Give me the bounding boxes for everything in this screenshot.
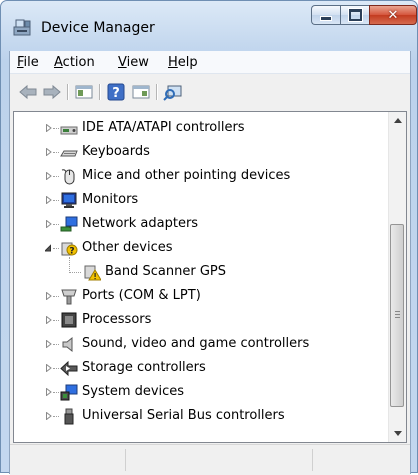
warning-device-icon <box>84 265 101 281</box>
client-area: File Action View Help ? IDE ATA/ATAPI co… <box>9 51 411 475</box>
scroll-thumb[interactable] <box>390 224 404 407</box>
menu-file[interactable]: File <box>17 55 39 70</box>
expand-arrow-icon[interactable] <box>46 412 52 420</box>
toolbar-separator <box>99 84 101 100</box>
toolbar: ? <box>10 74 410 109</box>
tree-item-system-devices[interactable]: System devices <box>14 381 389 405</box>
tree-item-processors[interactable]: Processors <box>14 309 389 333</box>
keyboard-icon <box>60 150 78 157</box>
minimize-button[interactable] <box>311 5 340 25</box>
tree-item-label: Other devices <box>82 240 173 255</box>
mouse-icon <box>61 169 75 185</box>
tree-item-ports[interactable]: Ports (COM & LPT) <box>14 285 389 309</box>
expand-arrow-icon[interactable] <box>46 364 52 372</box>
tree-item-sound-video[interactable]: Sound, video and game controllers <box>14 333 389 357</box>
properties-icon[interactable] <box>131 83 151 101</box>
svg-text:?: ? <box>112 86 120 101</box>
expand-arrow-icon[interactable] <box>46 220 52 228</box>
expand-arrow-icon[interactable] <box>46 148 52 156</box>
caption-buttons: ✕ <box>311 5 417 27</box>
title-bar[interactable]: Device Manager ✕ <box>1 1 417 45</box>
maximize-button[interactable] <box>340 5 369 25</box>
status-bar <box>10 444 410 475</box>
minimize-icon <box>320 16 332 21</box>
scroll-down-arrow-icon <box>393 431 402 436</box>
toolbar-separator <box>156 84 158 100</box>
show-hide-console-tree-icon[interactable] <box>74 83 94 101</box>
collapse-arrow-icon[interactable] <box>45 244 51 252</box>
tree-item-other-devices[interactable]: ? Other devices <box>14 237 389 261</box>
tree-item-keyboards[interactable]: Keyboards <box>14 141 389 165</box>
tree-item-label: Monitors <box>82 192 139 207</box>
speaker-icon <box>62 336 73 353</box>
device-manager-window: Device Manager ✕ File Action View Help ?… <box>0 0 418 475</box>
monitor-icon <box>61 192 77 208</box>
tree-item-monitors[interactable]: Monitors <box>14 189 389 213</box>
expand-arrow-icon[interactable] <box>46 292 52 300</box>
scroll-down-button[interactable] <box>389 425 406 442</box>
tree-item-label: Keyboards <box>82 144 150 159</box>
tree-item-ide-controllers[interactable]: IDE ATA/ATAPI controllers <box>14 117 389 141</box>
toolbar-separator <box>67 84 69 100</box>
forward-arrow-icon[interactable] <box>42 83 62 101</box>
close-icon: ✕ <box>387 7 399 23</box>
back-arrow-icon[interactable] <box>18 83 38 101</box>
menu-view[interactable]: View <box>118 55 149 70</box>
tree-item-label: Band Scanner GPS <box>105 264 226 279</box>
menu-help[interactable]: Help <box>168 55 198 70</box>
tree-item-label: Network adapters <box>82 216 199 231</box>
status-segment <box>125 449 126 471</box>
expand-arrow-icon[interactable] <box>46 172 52 180</box>
expand-arrow-icon[interactable] <box>46 124 52 132</box>
window-title: Device Manager <box>41 20 155 36</box>
processor-icon <box>61 312 77 328</box>
port-icon <box>61 289 77 305</box>
scroll-up-arrow-icon <box>393 118 402 123</box>
scroll-up-button[interactable] <box>389 112 406 129</box>
svg-text:?: ? <box>69 247 74 257</box>
menu-action[interactable]: Action <box>54 55 95 70</box>
system-devices-icon <box>60 384 78 401</box>
tree-item-label: Mice and other pointing devices <box>82 168 291 183</box>
tree-item-label: Storage controllers <box>82 360 206 375</box>
expand-arrow-icon[interactable] <box>46 316 52 324</box>
tree-item-storage-controllers[interactable]: Storage controllers <box>14 357 389 381</box>
expand-arrow-icon[interactable] <box>46 196 52 204</box>
device-manager-app-icon <box>13 19 31 36</box>
tree-item-mice[interactable]: Mice and other pointing devices <box>14 165 389 189</box>
tree-item-label: Universal Serial Bus controllers <box>82 408 285 423</box>
tree-item-usb-controllers[interactable]: Universal Serial Bus controllers <box>14 405 389 429</box>
menu-bar: File Action View Help <box>10 51 410 74</box>
expand-arrow-icon[interactable] <box>46 340 52 348</box>
tree-item-label: IDE ATA/ATAPI controllers <box>82 120 245 135</box>
tree-item-label: Sound, video and game controllers <box>82 336 310 351</box>
unknown-device-icon: ? <box>61 242 78 257</box>
maximize-icon <box>347 8 363 22</box>
tree-item-network-adapters[interactable]: Network adapters <box>14 213 389 237</box>
status-segment <box>312 449 313 471</box>
tree-item-band-scanner-gps[interactable]: Band Scanner GPS <box>14 257 389 285</box>
tree-item-label: Processors <box>82 312 152 327</box>
tree-item-label: System devices <box>82 384 185 399</box>
help-icon[interactable]: ? <box>106 83 126 101</box>
expand-arrow-icon[interactable] <box>46 388 52 396</box>
scan-hardware-icon[interactable] <box>163 83 183 101</box>
tree-item-label: Ports (COM & LPT) <box>82 288 201 303</box>
device-tree[interactable]: IDE ATA/ATAPI controllers Keyboards Mice… <box>13 111 407 443</box>
usb-icon <box>64 408 74 425</box>
vertical-scrollbar[interactable] <box>388 112 406 442</box>
storage-controller-icon <box>60 360 78 377</box>
close-button[interactable]: ✕ <box>369 5 417 25</box>
ide-controller-icon <box>60 126 78 135</box>
network-adapter-icon <box>60 216 78 232</box>
